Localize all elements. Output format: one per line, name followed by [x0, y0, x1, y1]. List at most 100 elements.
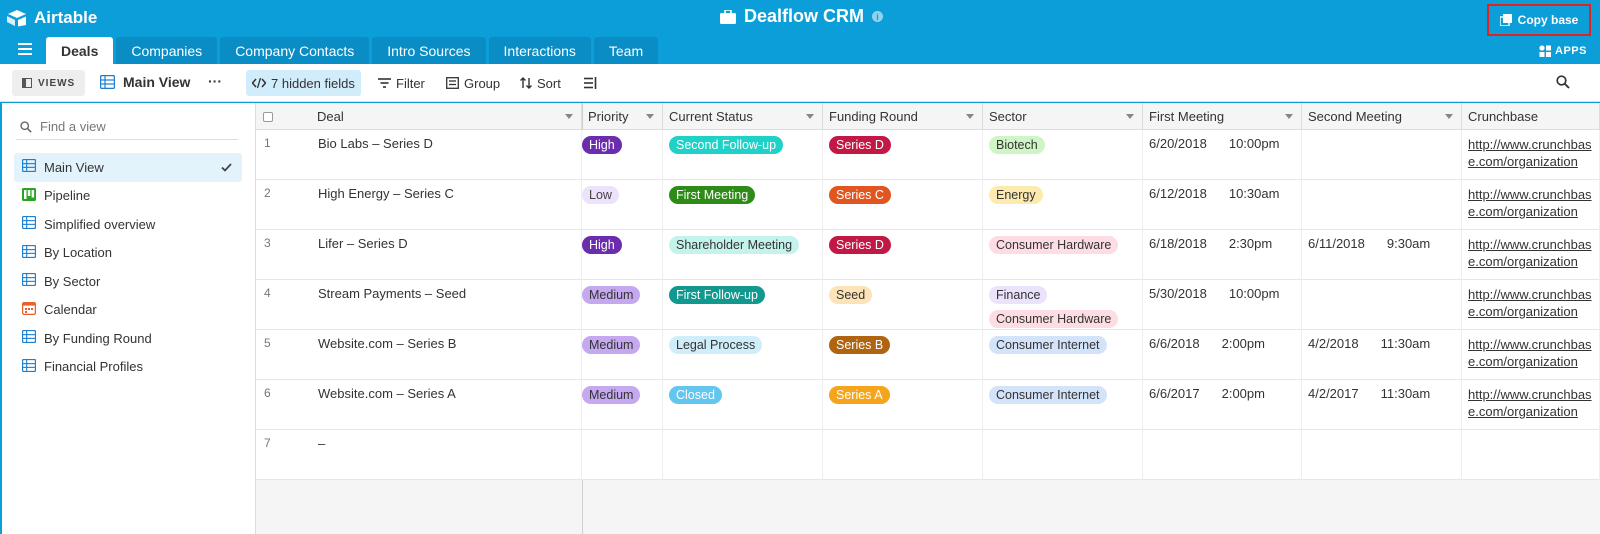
views-toggle-button[interactable]: VIEWS [12, 70, 86, 96]
sidebar-view-financial-profiles[interactable]: Financial Profiles [14, 353, 242, 382]
sector-cell[interactable]: Consumer Hardware [983, 230, 1143, 280]
first-meeting-cell[interactable]: 6/6/2017 2:00pm [1143, 380, 1302, 430]
column-header-sector[interactable]: Sector [983, 103, 1143, 130]
status-cell[interactable]: Second Follow-up [663, 130, 823, 180]
sector-cell[interactable] [983, 430, 1143, 480]
crunchbase-link[interactable]: http://www.crunchbase.com/organization [1468, 237, 1592, 269]
search-button[interactable] [1556, 75, 1570, 92]
apps-button[interactable]: APPS [1539, 45, 1587, 57]
crunchbase-link[interactable]: http://www.crunchbase.com/organization [1468, 137, 1592, 169]
second-meeting-cell[interactable]: 4/2/2017 11:30am [1302, 380, 1462, 430]
funding-round-cell[interactable] [823, 430, 983, 480]
table-row[interactable]: 3 Lifer – Series D High Shareholder Meeting… [256, 230, 1600, 280]
find-view-input[interactable]: Find a view [16, 114, 238, 140]
second-meeting-cell[interactable]: 4/2/2018 11:30am [1302, 330, 1462, 380]
deal-cell[interactable]: – [312, 430, 582, 480]
sidebar-view-by-location[interactable]: By Location [14, 239, 242, 268]
deal-cell[interactable]: Stream Payments – Seed [312, 280, 582, 330]
table-row[interactable]: 5 Website.com – Series B Medium Legal Proce… [256, 330, 1600, 380]
sidebar-view-pipeline[interactable]: Pipeline [14, 182, 242, 211]
group-button[interactable]: Group [440, 70, 506, 96]
status-cell[interactable]: Shareholder Meeting [663, 230, 823, 280]
priority-cell[interactable]: Medium [582, 280, 663, 330]
first-meeting-cell[interactable]: 6/18/2018 2:30pm [1143, 230, 1302, 280]
tab-deals[interactable]: Deals [46, 37, 114, 64]
tab-interactions[interactable]: Interactions [488, 37, 591, 64]
current-view-name[interactable]: Main View [100, 74, 190, 90]
sector-cell[interactable]: Consumer Internet [983, 380, 1143, 430]
crunchbase-link[interactable]: http://www.crunchbase.com/organization [1468, 337, 1592, 369]
second-meeting-cell[interactable] [1302, 280, 1462, 330]
tab-company-contacts[interactable]: Company Contacts [220, 37, 370, 64]
second-meeting-cell[interactable] [1302, 180, 1462, 230]
funding-round-cell[interactable]: Series C [823, 180, 983, 230]
tab-intro-sources[interactable]: Intro Sources [372, 37, 486, 64]
tab-companies[interactable]: Companies [116, 37, 218, 64]
column-header-first-meeting[interactable]: First Meeting [1143, 103, 1302, 130]
sector-cell[interactable]: Finance Consumer Hardware [983, 280, 1143, 330]
view-more-button[interactable]: ··· [208, 73, 222, 89]
crunchbase-cell[interactable]: http://www.crunchbase.com/organization [1462, 330, 1600, 380]
deal-cell[interactable]: Website.com – Series B [312, 330, 582, 380]
first-meeting-cell[interactable]: 5/30/2018 10:00pm [1143, 280, 1302, 330]
column-header-second-meeting[interactable]: Second Meeting [1302, 103, 1462, 130]
sidebar-view-by-sector[interactable]: By Sector [14, 267, 242, 296]
first-meeting-cell[interactable]: 6/6/2018 2:00pm [1143, 330, 1302, 380]
chevron-down-icon[interactable] [646, 114, 654, 119]
status-cell[interactable]: First Meeting [663, 180, 823, 230]
crunchbase-cell[interactable]: http://www.crunchbase.com/organization [1462, 380, 1600, 430]
sidebar-view-calendar[interactable]: Calendar [14, 296, 242, 325]
funding-round-cell[interactable]: Series B [823, 330, 983, 380]
second-meeting-cell[interactable] [1302, 130, 1462, 180]
second-meeting-cell[interactable] [1302, 430, 1462, 480]
status-cell[interactable] [663, 430, 823, 480]
copy-base-button[interactable]: Copy base [1487, 4, 1591, 36]
deal-cell[interactable]: High Energy – Series C [312, 180, 582, 230]
info-icon[interactable]: i [872, 11, 884, 22]
row-height-button[interactable] [578, 70, 603, 96]
deal-cell[interactable]: Bio Labs – Series D [312, 130, 582, 180]
sector-cell[interactable]: Energy [983, 180, 1143, 230]
chevron-down-icon[interactable] [806, 114, 814, 119]
column-header-crunchbase[interactable]: Crunchbase [1462, 103, 1600, 130]
status-cell[interactable]: Legal Process [663, 330, 823, 380]
chevron-down-icon[interactable] [1126, 114, 1134, 119]
crunchbase-cell[interactable]: http://www.crunchbase.com/organization [1462, 280, 1600, 330]
funding-round-cell[interactable]: Series D [823, 230, 983, 280]
crunchbase-cell[interactable]: http://www.crunchbase.com/organization [1462, 230, 1600, 280]
deal-cell[interactable]: Website.com – Series A [312, 380, 582, 430]
column-header-funding-round[interactable]: Funding Round [823, 103, 983, 130]
priority-cell[interactable]: High [582, 130, 663, 180]
crunchbase-cell[interactable]: http://www.crunchbase.com/organization [1462, 180, 1600, 230]
checkbox-icon[interactable] [263, 111, 273, 122]
priority-cell[interactable] [582, 430, 663, 480]
priority-cell[interactable]: High [582, 230, 663, 280]
table-row[interactable]: 7– [256, 430, 1600, 480]
priority-cell[interactable]: Medium [582, 380, 663, 430]
first-meeting-cell[interactable]: 6/20/2018 10:00pm [1143, 130, 1302, 180]
base-title[interactable]: Dealflow CRM i [720, 6, 884, 27]
crunchbase-link[interactable]: http://www.crunchbase.com/organization [1468, 387, 1592, 419]
table-row[interactable]: 2 High Energy – Series C Low First Meeting S… [256, 180, 1600, 230]
sidebar-view-simplified-overview[interactable]: Simplified overview [14, 210, 242, 239]
hidden-fields-button[interactable]: 7 hidden fields [246, 70, 361, 96]
funding-round-cell[interactable]: Seed [823, 280, 983, 330]
chevron-down-icon[interactable] [966, 114, 974, 119]
status-cell[interactable]: Closed [663, 380, 823, 430]
tab-team[interactable]: Team [593, 37, 659, 64]
first-meeting-cell[interactable] [1143, 430, 1302, 480]
chevron-down-icon[interactable] [1285, 114, 1293, 119]
sort-button[interactable]: Sort [514, 70, 567, 96]
airtable-logo[interactable]: Airtable [6, 8, 97, 28]
crunchbase-cell[interactable]: http://www.crunchbase.com/organization [1462, 130, 1600, 180]
sector-cell[interactable]: Consumer Internet [983, 330, 1143, 380]
column-header-current-status[interactable]: Current Status [663, 103, 823, 130]
funding-round-cell[interactable]: Series D [823, 130, 983, 180]
deal-cell[interactable]: Lifer – Series D [312, 230, 582, 280]
status-cell[interactable]: First Follow-up [663, 280, 823, 330]
funding-round-cell[interactable]: Series A [823, 380, 983, 430]
chevron-down-icon[interactable] [1445, 114, 1453, 119]
priority-cell[interactable]: Medium [582, 330, 663, 380]
menu-icon[interactable] [18, 43, 32, 55]
first-meeting-cell[interactable]: 6/12/2018 10:30am [1143, 180, 1302, 230]
